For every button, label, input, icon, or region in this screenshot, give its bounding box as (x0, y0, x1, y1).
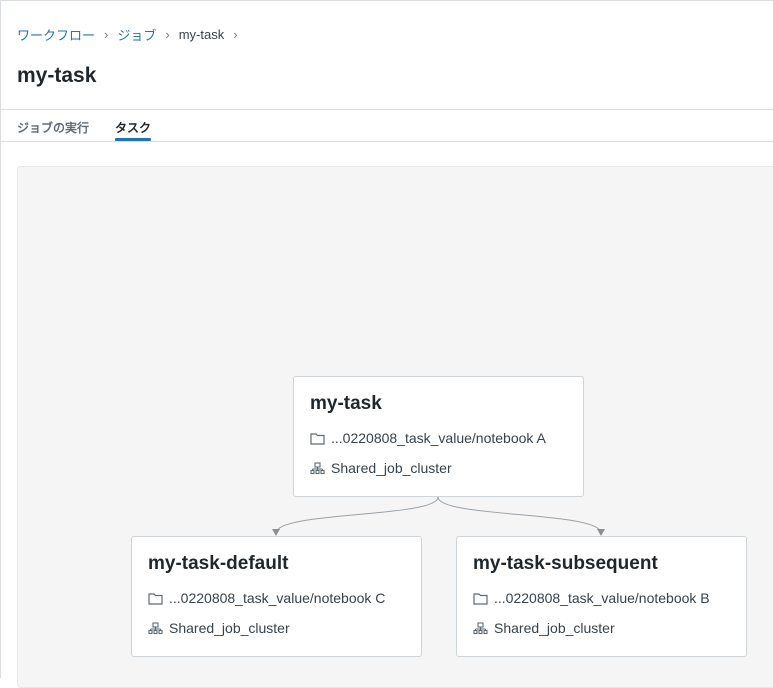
breadcrumb-separator: › (165, 27, 170, 42)
task-node-cluster-name: Shared_job_cluster (169, 620, 290, 636)
task-node-notebook: ...0220808_task_value/notebook B (473, 590, 710, 606)
tab-job-runs[interactable]: ジョブの実行 (17, 119, 89, 136)
cluster-icon (148, 621, 163, 634)
tab-tasks[interactable]: タスク (115, 119, 151, 136)
page-title: my-task (17, 64, 97, 87)
breadcrumb-separator: › (104, 27, 109, 42)
task-node-notebook-path: ...0220808_task_value/notebook A (331, 430, 546, 446)
task-node-cluster: Shared_job_cluster (148, 620, 290, 636)
task-node-cluster-name: Shared_job_cluster (331, 460, 452, 476)
top-border (0, 0, 773, 1)
breadcrumb-workflows[interactable]: ワークフロー (17, 25, 95, 44)
task-node-title: my-task-default (148, 553, 289, 574)
folder-icon (148, 592, 163, 605)
task-node-title: my-task-subsequent (473, 553, 658, 574)
task-node-cluster: Shared_job_cluster (310, 460, 452, 476)
task-node-notebook: ...0220808_task_value/notebook C (148, 590, 385, 606)
task-node-my-task-default[interactable]: my-task-default ...0220808_task_value/no… (131, 536, 422, 657)
breadcrumb: ワークフロー › ジョブ › my-task › (17, 25, 247, 44)
task-node-notebook: ...0220808_task_value/notebook A (310, 430, 546, 446)
task-node-my-task[interactable]: my-task ...0220808_task_value/notebook A… (293, 376, 584, 497)
task-node-notebook-path: ...0220808_task_value/notebook B (494, 590, 710, 606)
cluster-icon (473, 621, 488, 634)
task-node-cluster-name: Shared_job_cluster (494, 620, 615, 636)
breadcrumb-current-job[interactable]: my-task (179, 27, 225, 42)
folder-icon (473, 592, 488, 605)
folder-icon (310, 432, 325, 445)
task-node-cluster: Shared_job_cluster (473, 620, 615, 636)
cluster-icon (310, 461, 325, 474)
left-border (0, 0, 1, 678)
breadcrumb-jobs[interactable]: ジョブ (117, 25, 156, 44)
task-node-my-task-subsequent[interactable]: my-task-subsequent ...0220808_task_value… (456, 536, 747, 657)
header-divider (1, 109, 773, 110)
tabs-divider (1, 141, 773, 142)
task-node-notebook-path: ...0220808_task_value/notebook C (169, 590, 386, 606)
breadcrumb-separator: › (233, 27, 238, 42)
task-node-title: my-task (310, 393, 382, 414)
